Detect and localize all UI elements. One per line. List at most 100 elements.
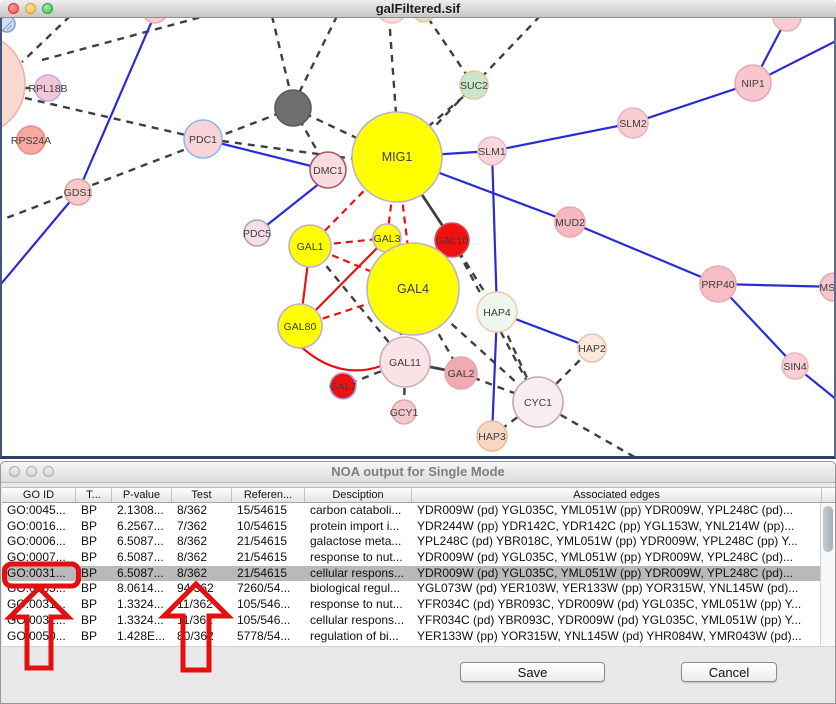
noa-window-title: NOA output for Single Mode: [1, 462, 835, 482]
cell-type: BP: [76, 566, 112, 582]
cell-p-value: 6.5087...: [112, 550, 172, 566]
cell-reference: 105/546...: [232, 613, 305, 629]
cell-associated-edges: YER133W (pp) YOR315W, YNL145W (pd) YHR08…: [412, 629, 820, 645]
network-graph: RPL18BRPS24AGDS1PDC1DMC1MIG1SLM1SUC2SLM2…: [0, 18, 836, 459]
cell-test: 8/362: [172, 566, 232, 582]
node-label-MUD2: MUD2: [555, 217, 585, 229]
cell-go-id: GO:0031...: [2, 566, 76, 582]
cell-associated-edges: YDR009W (pd) YGL035C, YML051W (pp) YDR00…: [412, 566, 820, 582]
noa-window-titlebar[interactable]: NOA output for Single Mode: [1, 462, 835, 483]
scrollbar-thumb[interactable]: [823, 506, 833, 552]
node-label-PDC5: PDC5: [243, 228, 271, 240]
cell-test: 8/362: [172, 534, 232, 550]
cancel-button[interactable]: Cancel: [681, 662, 777, 682]
cell-p-value: 1.3324...: [112, 613, 172, 629]
cell-description: galactose meta...: [305, 534, 412, 550]
node-label-GAL7: GAL7: [330, 381, 357, 393]
edge-blue[interactable]: [492, 151, 497, 312]
cell-test: 8/362: [172, 503, 232, 519]
edge-dash[interactable]: [436, 18, 540, 125]
column-header-description[interactable]: Desciption: [305, 488, 412, 502]
node-label-GCY1: GCY1: [390, 407, 419, 419]
cell-associated-edges: YDR009W (pd) YGL035C, YML051W (pp) YDR00…: [412, 503, 820, 519]
cell-go-id: GO:0031...: [2, 613, 76, 629]
edge-dash[interactable]: [0, 108, 293, 222]
table-body: GO:0045...BP2.1308...8/36215/54615carbon…: [2, 503, 820, 645]
network-window-title: galFiltered.sif: [0, 0, 836, 17]
cell-associated-edges: YFR034C (pd) YBR093C, YDR009W (pd) YGL03…: [412, 597, 820, 613]
column-header-test[interactable]: Test: [172, 488, 232, 502]
edge-dash[interactable]: [42, 18, 205, 60]
cell-type: BP: [76, 581, 112, 597]
node-partial-top-2[interactable]: [377, 18, 407, 23]
table-row[interactable]: GO:0007...BP6.5087...8/36221/54615respon…: [2, 550, 820, 566]
cell-type: BP: [76, 550, 112, 566]
table-row[interactable]: GO:0016...BP6.2567...7/36210/54615protei…: [2, 519, 820, 535]
cell-go-id: GO:0031...: [2, 597, 76, 613]
column-header-associated-edges[interactable]: Associated edges: [412, 488, 822, 502]
resize-grip[interactable]: [0, 18, 13, 31]
edge-dash[interactable]: [298, 18, 337, 95]
node-label-SLM2: SLM2: [619, 118, 647, 130]
save-button[interactable]: Save: [460, 662, 605, 682]
node-partial-left-large[interactable]: [0, 33, 25, 135]
table-row[interactable]: GO:0065...BP8.0614...94/3627260/54...bio…: [2, 581, 820, 597]
edge-dash[interactable]: [22, 18, 70, 62]
edge-blue[interactable]: [570, 222, 718, 284]
table-row[interactable]: GO:0006...BP6.5087...8/36221/54615galact…: [2, 534, 820, 550]
node-partial-top-right[interactable]: [773, 18, 801, 31]
cell-p-value: 6.5087...: [112, 534, 172, 550]
column-header-p-value[interactable]: P-value: [112, 488, 172, 502]
column-header-reference[interactable]: Referen...: [232, 488, 305, 502]
node-label-SIN4: SIN4: [783, 361, 807, 373]
cell-test: 7/362: [172, 519, 232, 535]
cell-p-value: 6.5087...: [112, 566, 172, 582]
edge-dash[interactable]: [272, 18, 291, 95]
node-unlabeled-gray[interactable]: [275, 90, 311, 126]
node-label-RPL18B: RPL18B: [28, 83, 67, 95]
cell-p-value: 1.3324...: [112, 597, 172, 613]
table-row[interactable]: GO:0031...BP1.3324...11/362105/546...res…: [2, 597, 820, 613]
node-partial-top-1[interactable]: [142, 18, 168, 23]
cell-go-id: GO:0016...: [2, 519, 76, 535]
table-row[interactable]: GO:0045...BP2.1308...8/36215/54615carbon…: [2, 503, 820, 519]
node-label-HAP3: HAP3: [478, 431, 506, 443]
network-window: galFiltered.sif RPL18BRPS24AGDS1PDC1DMC1…: [0, 0, 836, 459]
edge-blue[interactable]: [492, 123, 633, 151]
cell-type: BP: [76, 597, 112, 613]
node-label-GAL2: GAL2: [448, 368, 475, 380]
cell-go-id: GO:0045...: [2, 503, 76, 519]
edge-blue[interactable]: [633, 83, 753, 123]
noa-output-window: NOA output for Single Mode GO IDT...P-va…: [0, 461, 836, 704]
node-label-PDC1: PDC1: [189, 134, 217, 146]
cell-reference: 10/54615: [232, 519, 305, 535]
node-label-DMC1: DMC1: [313, 165, 343, 177]
cell-description: biological regul...: [305, 581, 412, 597]
cell-type: BP: [76, 613, 112, 629]
edge-dash[interactable]: [25, 98, 203, 139]
table-row[interactable]: GO:0050...BP1.428E...80/3625778/54...reg…: [2, 629, 820, 645]
node-label-PRP40: PRP40: [701, 279, 734, 291]
cell-associated-edges: YDR009W (pd) YGL035C, YML051W (pp) YDR00…: [412, 550, 820, 566]
cell-p-value: 2.1308...: [112, 503, 172, 519]
node-label-GAL4: GAL4: [397, 282, 429, 296]
column-header-type[interactable]: T...: [76, 488, 112, 502]
cell-associated-edges: YFR034C (pd) YBR093C, YDR009W (pd) YGL03…: [412, 613, 820, 629]
cell-go-id: GO:0007...: [2, 550, 76, 566]
edge-dash[interactable]: [389, 18, 396, 114]
vertical-scrollbar[interactable]: [820, 503, 835, 645]
edge-blue[interactable]: [0, 192, 78, 290]
table-row-selected[interactable]: GO:0031...BP6.5087...8/36221/54615cellul…: [2, 566, 820, 582]
cell-go-id: GO:0065...: [2, 581, 76, 597]
network-window-titlebar[interactable]: galFiltered.sif: [0, 0, 836, 18]
cell-type: BP: [76, 534, 112, 550]
network-canvas[interactable]: RPL18BRPS24AGDS1PDC1DMC1MIG1SLM1SUC2SLM2…: [0, 18, 836, 459]
column-header-go-id[interactable]: GO ID: [2, 488, 76, 502]
node-label-SUC2: SUC2: [460, 80, 488, 92]
cell-description: cellular respons...: [305, 613, 412, 629]
cell-reference: 21/54615: [232, 534, 305, 550]
cell-reference: 15/54615: [232, 503, 305, 519]
edge-dash[interactable]: [428, 18, 466, 74]
table-row[interactable]: GO:0031...BP1.3324...11/362105/546...cel…: [2, 613, 820, 629]
cell-type: BP: [76, 519, 112, 535]
